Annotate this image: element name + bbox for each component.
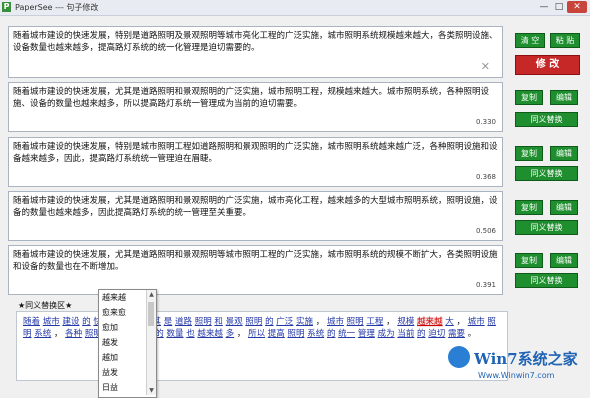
close-button[interactable]: ✕ [567,1,587,13]
synonym-replace-button-4[interactable]: 同义替换 [515,273,578,288]
synonym-word[interactable]: 和 [214,317,223,327]
synonym-word-list: 随着 城市 建设 的 快速 发展 ， 尤其 是 道路 照明 和 景观 照明 的 … [16,311,508,381]
synonym-word: ， [236,329,246,339]
synonym-area-label: ★同义替换区★ [18,301,73,310]
synonym-word[interactable]: 广泛 [276,317,293,327]
paste-button[interactable]: 粘 贴 [550,33,580,48]
synonym-word: ， [456,317,465,327]
synonym-word[interactable]: 景观 [226,317,243,327]
synonym-word[interactable]: 管理 [358,329,375,339]
result-text-2: 随着城市建设的快速发展，特别是城市照明工程如道路照明和景观照明的广泛实施，城市照… [13,142,498,164]
synonym-word[interactable]: 越来越 [417,317,443,327]
copy-button-1[interactable]: 复制 [515,90,543,105]
edit-button-2[interactable]: 编辑 [550,146,578,161]
windows-logo-icon [448,346,470,368]
synonym-word[interactable]: 所以 [248,329,265,339]
synonym-word[interactable]: 照明 [347,317,364,327]
result-box-2[interactable]: 随着城市建设的快速发展，特别是城市照明工程如道路照明和景观照明的广泛实施，城市照… [8,137,503,187]
synonym-word[interactable]: 照明 [288,329,305,339]
synonym-word: 。 [467,329,477,339]
site-watermark: Win7系统之家 Www.Winwin7.com [448,346,586,394]
synonym-word: ， [386,317,395,327]
synonym-word[interactable]: 照明 [245,317,262,327]
synonym-dropdown[interactable]: 越来越 愈来愈 愈加 越发 越加 益发 日益 ▲ ▼ [98,289,157,398]
synonym-word[interactable]: 成为 [378,329,395,339]
synonym-word[interactable]: 系统 [307,329,324,339]
synonym-word[interactable]: 迫切 [428,329,445,339]
edit-button-1[interactable]: 编辑 [550,90,578,105]
scroll-up-icon[interactable]: ▲ [147,290,156,299]
dropdown-scrollbar[interactable]: ▲ ▼ [146,290,156,395]
synonym-word[interactable]: 城市 [327,317,344,327]
result-score-2: 0.368 [475,173,496,181]
synonym-word[interactable]: 也 [186,329,195,339]
app-logo-icon: P [2,2,11,12]
clear-input-icon[interactable]: ✕ [481,61,490,73]
synonym-word[interactable]: 工程 [366,317,383,327]
minimize-button[interactable]: — [537,1,551,13]
synonym-replace-button-1[interactable]: 同义替换 [515,112,578,127]
maximize-button[interactable]: □ [552,1,566,13]
window-title: PaperSee --- 句子修改 [15,3,99,12]
result-text-1: 随着城市建设的快速发展，尤其是道路照明和景观照明的广泛实施，城市照明工程，规模越… [13,87,490,109]
synonym-replace-area: ★同义替换区★ 随着 城市 建设 的 快速 发展 ， 尤其 是 道路 照明 和 … [8,292,508,396]
synonym-word[interactable]: 大 [445,317,454,327]
synonym-word[interactable]: 数量 [166,329,183,339]
result-box-3[interactable]: 随着城市建设的快速发展，尤其是道路照明和景观照明的广泛实施，城市亮化工程，越来越… [8,191,503,241]
result-score-3: 0.506 [475,227,496,235]
synonym-word[interactable]: 系统 [34,329,51,339]
input-textarea[interactable]: 随着城市建设的快速发展，特别是道路照明及景观照明等城市亮化工程的广泛实施，城市照… [8,26,503,78]
synonym-word[interactable]: 道路 [175,317,192,327]
result-text-3: 随着城市建设的快速发展，尤其是道路照明和景观照明的广泛实施，城市亮化工程，越来越… [13,196,498,218]
result-box-1[interactable]: 随着城市建设的快速发展，尤其是道路照明和景观照明的广泛实施，城市照明工程，规模越… [8,82,503,132]
watermark-brand: Win7系统之家 [474,350,578,368]
synonym-word[interactable]: 当前 [397,329,414,339]
scroll-thumb[interactable] [148,302,154,326]
synonym-word[interactable]: 的 [265,317,274,327]
watermark-url: Www.Winwin7.com [478,371,555,380]
scroll-down-icon[interactable]: ▼ [147,386,156,395]
synonym-word[interactable]: 城市 [43,317,60,327]
synonym-word[interactable]: 是 [164,317,173,327]
synonym-word: ， [315,317,325,327]
synonym-word[interactable]: 规模 [397,317,414,327]
clear-button[interactable]: 清 空 [515,33,545,48]
synonym-word[interactable]: 各种 [65,329,82,339]
result-score-4: 0.391 [475,281,496,289]
input-text: 随着城市建设的快速发展，特别是道路照明及景观照明等城市亮化工程的广泛实施，城市照… [13,31,498,53]
modify-button[interactable]: 修 改 [515,55,580,75]
copy-button-4[interactable]: 复制 [515,253,543,268]
result-box-4[interactable]: 随着城市建设的快速发展，尤其是道路照明和景观照明等城市照明工程的广泛实施，城市照… [8,245,503,295]
synonym-word: ， [53,329,63,339]
synonym-word[interactable]: 需要 [448,329,465,339]
synonym-word[interactable]: 城市 [468,317,485,327]
copy-button-2[interactable]: 复制 [515,146,543,161]
edit-button-4[interactable]: 编辑 [550,253,578,268]
synonym-word[interactable]: 越来越 [197,329,223,339]
synonym-word[interactable]: 照明 [195,317,212,327]
title-bar: P PaperSee --- 句子修改 — □ ✕ [0,0,590,16]
synonym-replace-button-2[interactable]: 同义替换 [515,166,578,181]
result-score-1: 0.330 [475,118,496,126]
synonym-word[interactable]: 实施 [296,317,313,327]
synonym-word[interactable]: 随着 [23,317,40,327]
edit-button-3[interactable]: 编辑 [550,200,578,215]
synonym-replace-button-3[interactable]: 同义替换 [515,220,578,235]
synonym-word[interactable]: 提高 [268,329,285,339]
synonym-word[interactable]: 的 [417,329,426,339]
synonym-word[interactable]: 的 [327,329,336,339]
synonym-word[interactable]: 统一 [338,329,355,339]
synonym-word[interactable]: 多 [226,329,235,339]
result-text-4: 随着城市建设的快速发展，尤其是道路照明和景观照明等城市照明工程的广泛实施，城市照… [13,250,498,272]
copy-button-3[interactable]: 复制 [515,200,543,215]
synonym-word[interactable]: 的 [82,317,91,327]
synonym-word[interactable]: 建设 [62,317,79,327]
